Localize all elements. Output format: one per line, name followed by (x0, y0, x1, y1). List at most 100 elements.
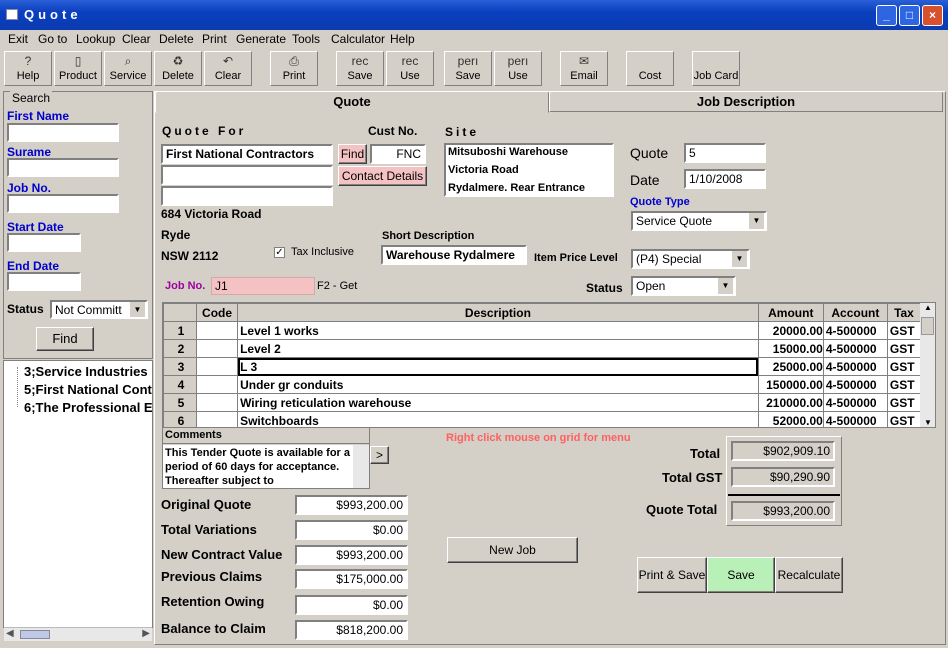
menu-calculator[interactable]: Calculator (331, 32, 385, 46)
new-contract-value-field[interactable]: $993,200.00 (295, 545, 408, 565)
table-row[interactable]: 6 Switchboards 52000.00 4-500000 GST (163, 411, 922, 427)
description-cell[interactable]: Level 1 works (237, 321, 759, 340)
status-search-select[interactable]: Not Committ ▼ (50, 300, 148, 319)
rec-use-button[interactable]: rec Use (386, 51, 434, 86)
help-button[interactable]: ? Help (4, 51, 52, 86)
email-button[interactable]: ✉ Email (560, 51, 608, 86)
rec-save-button[interactable]: rec Save (336, 51, 384, 86)
col-header-code[interactable]: Code (196, 303, 239, 322)
first-name-field[interactable] (7, 123, 119, 142)
menu-goto[interactable]: Go to (38, 32, 67, 46)
col-header-amount[interactable]: Amount (757, 303, 824, 322)
new-job-button[interactable]: New Job (447, 537, 578, 563)
code-cell[interactable] (196, 411, 239, 427)
perm-save-button[interactable]: perı Save (444, 51, 492, 86)
grid-vertical-scrollbar[interactable]: ▲ ▼ (920, 303, 935, 427)
col-header-tax[interactable]: Tax (886, 303, 922, 322)
table-row[interactable]: 1 Level 1 works 20000.00 4-500000 GST (163, 321, 922, 340)
menu-print[interactable]: Print (202, 32, 227, 46)
tab-job-description[interactable]: Job Description (549, 91, 943, 112)
comments-expand-button[interactable]: > (370, 446, 389, 464)
menu-help[interactable]: Help (390, 32, 415, 46)
comments-scrollbar[interactable] (353, 445, 369, 488)
clear-button[interactable]: ↶ Clear (204, 51, 252, 86)
customer-name-field[interactable]: First National Contractors (161, 144, 333, 164)
menu-tools[interactable]: Tools (292, 32, 320, 46)
tax-cell[interactable]: GST (886, 375, 922, 394)
code-cell[interactable] (196, 339, 239, 358)
account-cell[interactable]: 4-500000 (822, 321, 888, 340)
maximize-button[interactable]: □ (899, 5, 920, 26)
tab-quote[interactable]: Quote (155, 91, 549, 113)
tax-cell[interactable]: GST (886, 393, 922, 412)
amount-cell[interactable]: 15000.00 (757, 339, 824, 358)
tree-item[interactable]: 6;The Professional E (24, 400, 152, 415)
account-cell[interactable]: 4-500000 (822, 339, 888, 358)
tax-cell[interactable]: GST (886, 339, 922, 358)
col-header-description[interactable]: Description (237, 303, 759, 322)
tax-cell[interactable]: GST (886, 321, 922, 340)
end-date-field[interactable] (7, 272, 81, 291)
tree-item[interactable]: 3;Service Industries (24, 364, 148, 379)
customer-line2-field[interactable] (161, 165, 333, 185)
chevron-down-icon[interactable]: ▼ (718, 278, 733, 294)
account-cell[interactable]: 4-500000 (822, 375, 888, 394)
total-variations-field[interactable]: $0.00 (295, 520, 408, 540)
table-row[interactable]: 4 Under gr conduits 150000.00 4-500000 GST (163, 375, 922, 394)
job-card-button[interactable]: Job Card (692, 51, 740, 86)
description-cell[interactable]: Level 2 (237, 339, 759, 358)
account-cell[interactable]: 4-500000 (822, 357, 888, 376)
quote-no-field[interactable]: 5 (684, 143, 766, 163)
description-cell[interactable]: L 3 (237, 357, 759, 376)
status-select[interactable]: Open ▼ (631, 276, 736, 296)
code-cell[interactable] (196, 357, 239, 376)
menu-clear[interactable]: Clear (122, 32, 151, 46)
product-button[interactable]: ▯ Product (54, 51, 102, 86)
amount-cell[interactable]: 150000.00 (757, 375, 824, 394)
balance-to-claim-field[interactable]: $818,200.00 (295, 620, 408, 640)
chevron-down-icon[interactable]: ▼ (749, 213, 764, 229)
code-cell[interactable] (196, 375, 239, 394)
perm-use-button[interactable]: perı Use (494, 51, 542, 86)
tax-cell[interactable]: GST (886, 411, 922, 427)
retention-owing-field[interactable]: $0.00 (295, 595, 408, 615)
menu-exit[interactable]: Exit (8, 32, 28, 46)
chevron-down-icon[interactable]: ▼ (130, 302, 145, 317)
recalculate-button[interactable]: Recalculate (775, 557, 843, 593)
date-field[interactable]: 1/10/2008 (684, 169, 766, 189)
save-button[interactable]: Save (707, 557, 775, 593)
find-button[interactable]: Find (36, 327, 94, 351)
find-customer-button[interactable]: Find (338, 144, 367, 164)
tree-item[interactable]: 5;First National Cont (24, 382, 152, 397)
short-description-field[interactable]: Warehouse Rydalmere (381, 245, 527, 265)
job-no-field[interactable]: J1 (211, 277, 315, 295)
table-row[interactable]: 5 Wiring reticulation warehouse 210000.00 4… (163, 393, 922, 412)
tax-inclusive-checkbox[interactable]: ✓ (274, 247, 285, 258)
service-button[interactable]: ⌕ Service (104, 51, 152, 86)
surname-field[interactable] (7, 158, 119, 177)
menu-delete[interactable]: Delete (159, 32, 194, 46)
horizontal-scrollbar[interactable]: ◀ ▶ (4, 627, 152, 641)
price-level-select[interactable]: (P4) Special ▼ (631, 249, 750, 269)
cost-button[interactable]: Cost (626, 51, 674, 86)
description-cell[interactable]: Switchboards (237, 411, 759, 427)
job-no-search-field[interactable] (7, 194, 119, 213)
cust-no-field[interactable]: FNC (370, 144, 426, 164)
site-address-box[interactable]: Mitsuboshi Warehouse Victoria Road Rydal… (444, 143, 614, 197)
col-header-account[interactable]: Account (822, 303, 888, 322)
delete-button[interactable]: ♻ Delete (154, 51, 202, 86)
code-cell[interactable] (196, 321, 239, 340)
previous-claims-field[interactable]: $175,000.00 (295, 569, 408, 589)
quote-type-select[interactable]: Service Quote ▼ (631, 211, 767, 231)
amount-cell[interactable]: 20000.00 (757, 321, 824, 340)
line-items-grid[interactable]: Code Description Amount Account Tax 1 Lev… (162, 302, 936, 428)
table-row[interactable]: 2 Level 2 15000.00 4-500000 GST (163, 339, 922, 358)
print-button[interactable]: ⎙ Print (270, 51, 318, 86)
chevron-down-icon[interactable]: ▼ (732, 251, 747, 267)
description-cell[interactable]: Under gr conduits (237, 375, 759, 394)
menu-generate[interactable]: Generate (236, 32, 286, 46)
print-save-button[interactable]: Print & Save (637, 557, 707, 593)
amount-cell[interactable]: 210000.00 (757, 393, 824, 412)
minimize-button[interactable]: _ (876, 5, 897, 26)
amount-cell[interactable]: 25000.00 (757, 357, 824, 376)
